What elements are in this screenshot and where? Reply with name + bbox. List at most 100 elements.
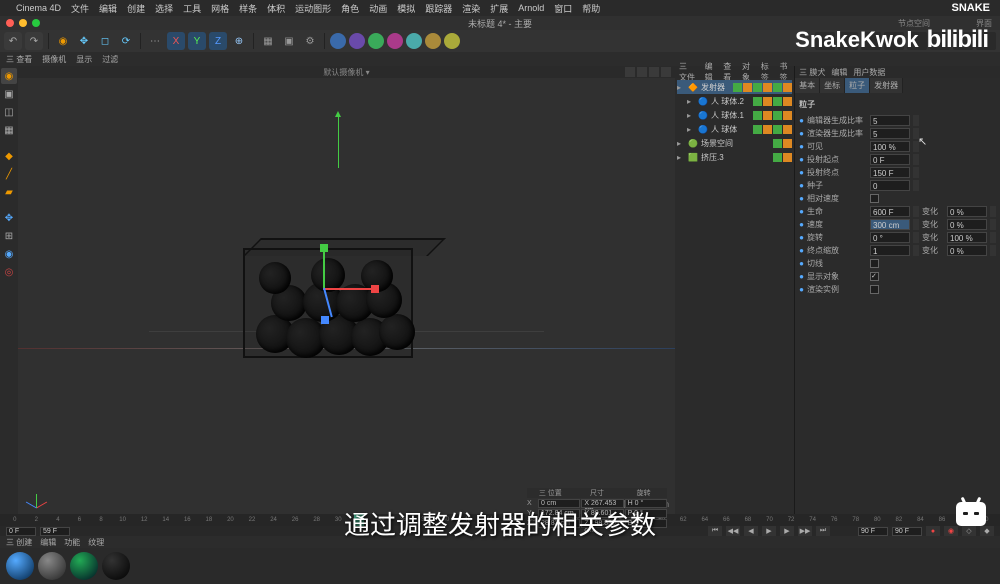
menu-item[interactable]: 窗口 [554, 2, 572, 15]
stepper[interactable] [913, 154, 919, 165]
object-row[interactable]: ▸🔶发射器 [677, 80, 792, 94]
tab-emitter[interactable]: 发射器 [870, 78, 903, 93]
view-menu[interactable]: 三 查看 [6, 54, 32, 65]
coord-system-icon[interactable]: ⊕ [230, 32, 248, 50]
attr-menu[interactable]: 用户数据 [853, 67, 885, 78]
viewport-nav-icon[interactable] [625, 67, 635, 77]
menu-item[interactable]: 体积 [267, 2, 285, 15]
value-field[interactable]: 1 [870, 245, 910, 256]
scale-icon[interactable]: ◻ [96, 32, 114, 50]
menu-item[interactable]: 角色 [341, 2, 359, 15]
light-icon[interactable] [444, 33, 460, 49]
attr-menu[interactable]: 编辑 [831, 67, 847, 78]
menu-item[interactable]: 创建 [127, 2, 145, 15]
redo-icon[interactable]: ↷ [25, 32, 43, 50]
viewport-nav-icon[interactable] [649, 67, 659, 77]
value-field[interactable]: 150 F [870, 167, 910, 178]
render-settings-icon[interactable]: ⚙ [301, 32, 319, 50]
stepper[interactable] [913, 206, 919, 217]
render-pv-icon[interactable]: ▣ [280, 32, 298, 50]
stepper[interactable] [913, 232, 919, 243]
material-preview[interactable] [6, 552, 34, 580]
checkbox[interactable] [870, 259, 879, 268]
value-field[interactable]: 0 % [947, 206, 987, 217]
stepper[interactable] [990, 219, 996, 230]
menu-item[interactable]: 跟踪器 [425, 2, 452, 15]
attr-menu[interactable]: 三 膜犬 [799, 67, 825, 78]
spline-icon[interactable] [349, 33, 365, 49]
current-frame-field[interactable]: 59 F [40, 527, 70, 536]
value-field[interactable]: 300 cm [870, 219, 910, 230]
value-field[interactable]: 600 F [870, 206, 910, 217]
texture-mode-icon[interactable]: ◫ [1, 104, 17, 120]
range-start-field[interactable]: 0 F [6, 527, 36, 536]
zoom-icon[interactable] [32, 19, 40, 27]
axis-mode-icon[interactable]: ✥ [1, 210, 17, 226]
menu-item[interactable]: 工具 [183, 2, 201, 15]
value-field[interactable]: 0 % [947, 219, 987, 230]
goto-end-icon[interactable]: ⏭ [816, 526, 830, 536]
value-field[interactable]: 100 % [870, 141, 910, 152]
goto-start-icon[interactable]: ⏮ [708, 526, 722, 536]
value-field[interactable]: 5 [870, 115, 910, 126]
tab-particle[interactable]: 粒子 [845, 78, 870, 93]
menu-item[interactable]: 动画 [369, 2, 387, 15]
camera-menu[interactable]: 摄像机 [42, 54, 66, 65]
material-preview[interactable] [102, 552, 130, 580]
object-row[interactable]: ▸🔵人 球体.2 [677, 94, 792, 108]
filter-menu[interactable]: 过滤 [102, 54, 118, 65]
next-frame-icon[interactable]: ▶ [780, 526, 794, 536]
value-field[interactable]: 100 % [947, 232, 987, 243]
menu-item[interactable]: 编辑 [99, 2, 117, 15]
play-icon[interactable]: ▶ [762, 526, 776, 536]
menu-item[interactable]: 模拟 [397, 2, 415, 15]
range-end-field[interactable]: 90 F [858, 527, 888, 536]
viewport-nav-icon[interactable] [637, 67, 647, 77]
mat-menu[interactable]: 编辑 [40, 537, 56, 548]
deformer-icon[interactable] [387, 33, 403, 49]
menu-item[interactable]: 文件 [71, 2, 89, 15]
mat-menu[interactable]: 纹理 [88, 537, 104, 548]
z-axis-toggle[interactable]: Z [209, 32, 227, 50]
value-field[interactable]: 0 ° [870, 232, 910, 243]
undo-icon[interactable]: ↶ [4, 32, 22, 50]
live-select-icon[interactable]: ◉ [54, 32, 72, 50]
object-mode-icon[interactable]: ▣ [1, 86, 17, 102]
stepper[interactable] [913, 180, 919, 191]
autokey-icon[interactable]: ◉ [944, 526, 958, 536]
display-menu[interactable]: 显示 [76, 54, 92, 65]
mat-menu[interactable]: 功能 [64, 537, 80, 548]
stepper[interactable] [990, 232, 996, 243]
camera-icon[interactable] [425, 33, 441, 49]
prev-key-icon[interactable]: ◀◀ [726, 526, 740, 536]
camera-dropdown[interactable]: 默认摄像机 ▾ [323, 67, 369, 78]
mat-menu[interactable]: 三 创建 [6, 537, 32, 548]
menu-item[interactable]: 运动图形 [295, 2, 331, 15]
minimize-icon[interactable] [19, 19, 27, 27]
menu-item[interactable]: 选择 [155, 2, 173, 15]
model-mode-icon[interactable]: ◉ [1, 68, 17, 84]
stepper[interactable] [913, 115, 919, 126]
menu-item[interactable]: Arnold [518, 3, 544, 13]
menu-item[interactable]: 网格 [211, 2, 229, 15]
edge-mode-icon[interactable]: ╱ [1, 166, 17, 182]
prev-frame-icon[interactable]: ◀ [744, 526, 758, 536]
value-field[interactable]: 0 [870, 180, 910, 191]
render-view-icon[interactable]: ▦ [259, 32, 277, 50]
point-mode-icon[interactable]: ◆ [1, 148, 17, 164]
record-icon[interactable]: ● [926, 526, 940, 536]
object-row[interactable]: ▸🔵人 球体.1 [677, 108, 792, 122]
xray-icon[interactable]: ◎ [1, 264, 17, 280]
keyframe-icon[interactable]: ◇ [962, 526, 976, 536]
total-frames-field[interactable]: 90 F [892, 527, 922, 536]
stepper[interactable] [913, 245, 919, 256]
y-axis-toggle[interactable]: Y [188, 32, 206, 50]
checkbox[interactable] [870, 194, 879, 203]
rotate-icon[interactable]: ⟳ [117, 32, 135, 50]
viewport-3d[interactable]: 网格间距: 1000 cm [18, 78, 675, 514]
polygon-mode-icon[interactable]: ▰ [1, 184, 17, 200]
close-icon[interactable] [6, 19, 14, 27]
material-preview[interactable] [38, 552, 66, 580]
menu-item[interactable]: 帮助 [582, 2, 600, 15]
value-field[interactable]: 5 [870, 128, 910, 139]
